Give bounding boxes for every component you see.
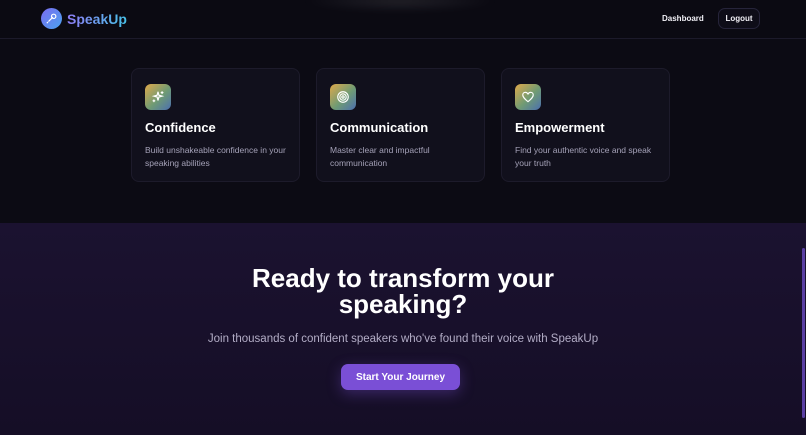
page-scrollbar[interactable] — [802, 248, 805, 418]
feature-description: Master clear and impactful communication — [330, 145, 430, 168]
feature-card-communication: Communication Master clear and impactful… — [316, 68, 485, 182]
start-journey-button[interactable]: Start Your Journey — [341, 364, 460, 390]
feature-card-confidence: Confidence Build unshakeable confidence … — [131, 68, 300, 182]
logout-button[interactable]: Logout — [718, 8, 760, 29]
nav-dashboard-link[interactable]: Dashboard — [662, 14, 704, 23]
top-navbar: SpeakUp Dashboard Logout — [0, 0, 806, 39]
heart-icon — [515, 84, 541, 110]
brand-logo[interactable]: SpeakUp — [41, 8, 127, 29]
cta-heading-line-2: speaking? — [338, 289, 468, 319]
cta-section: Ready to transform your speaking? Join t… — [0, 223, 806, 435]
sparkles-icon — [145, 84, 171, 110]
cta-subtitle: Join thousands of confident speakers who… — [207, 333, 599, 345]
feature-description: Build unshakeable confidence in your spe… — [145, 145, 286, 168]
feature-title: Confidence — [145, 120, 216, 135]
feature-title: Communication — [330, 120, 429, 135]
brand-name: SpeakUp — [67, 10, 127, 27]
feature-card-empowerment: Empowerment Find your authentic voice an… — [501, 68, 670, 182]
cta-heading: Ready to transform your speaking? — [0, 265, 806, 317]
microphone-logo-icon — [41, 8, 62, 29]
cta-heading-line-1: Ready to transform your — [252, 263, 554, 293]
feature-title: Empowerment — [515, 120, 605, 135]
header-glow — [300, 0, 500, 12]
feature-description: Find your authentic voice and speak your… — [515, 145, 652, 168]
target-icon — [330, 84, 356, 110]
